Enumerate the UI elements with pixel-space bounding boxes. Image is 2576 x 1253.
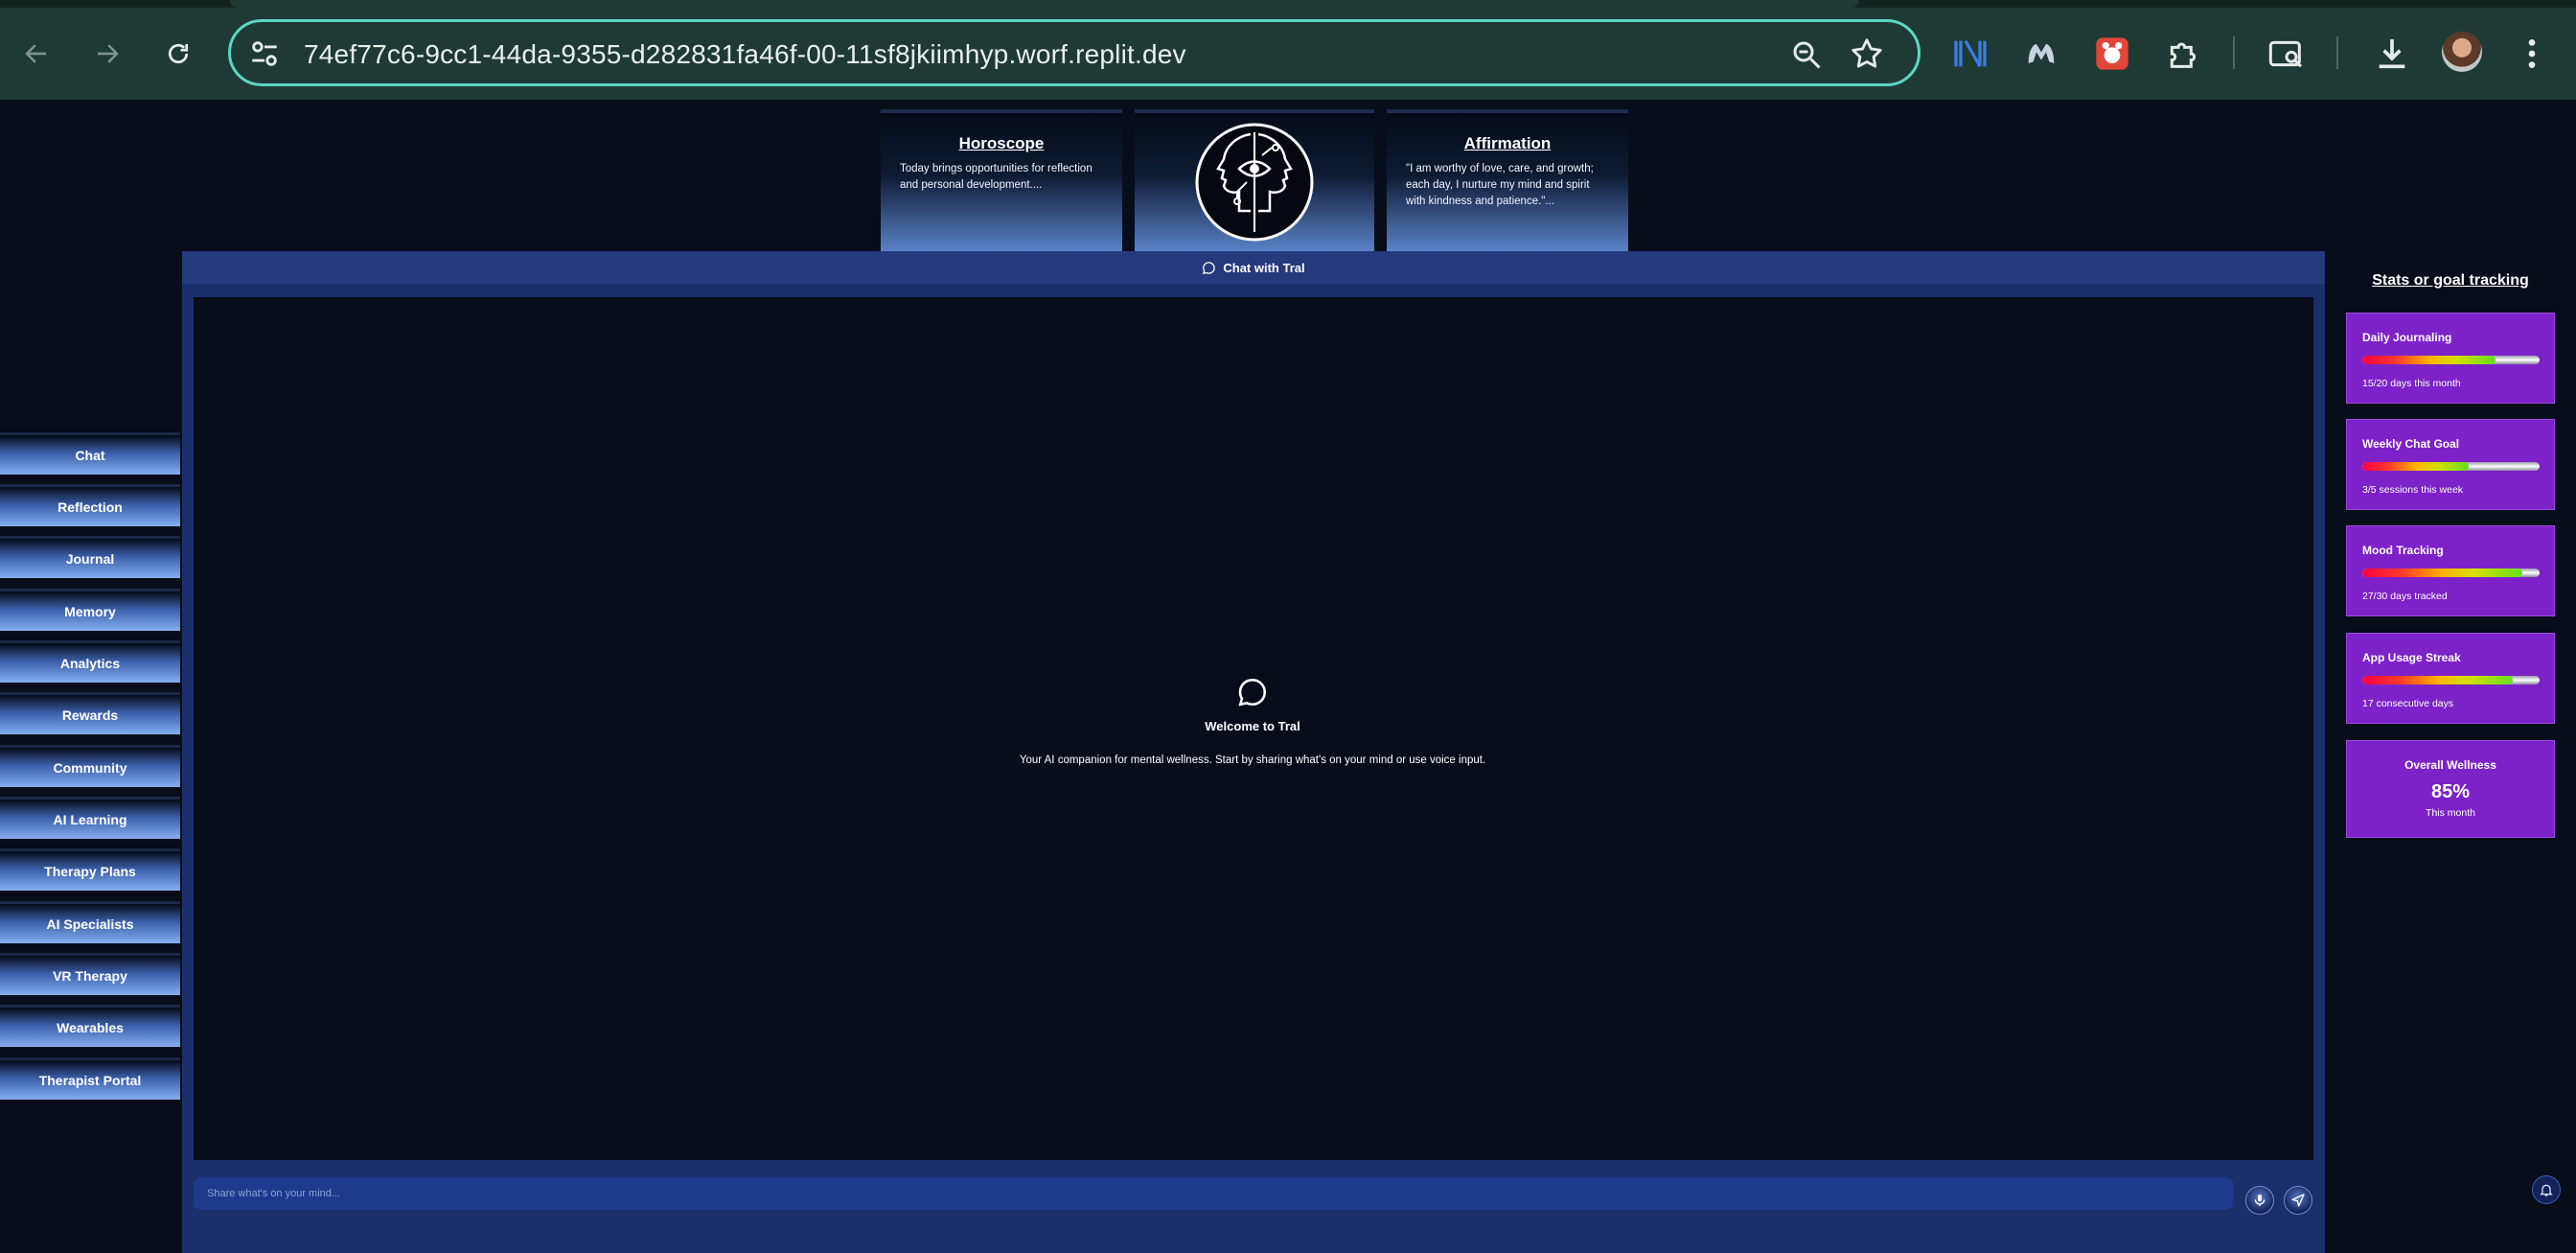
sidebar-item-reflection[interactable]: Reflection — [0, 484, 180, 526]
stat-title: Daily Journaling — [2362, 331, 2452, 344]
sidebar-item-analytics[interactable]: Analytics — [0, 640, 180, 683]
forward-button[interactable] — [82, 29, 132, 79]
address-bar[interactable]: 74ef77c6-9cc1-44da-9355-d282831fa46f-00-… — [228, 19, 1920, 86]
notifications-button[interactable] — [2532, 1175, 2561, 1204]
chat-header: Chat with Tral — [182, 251, 2325, 284]
wellness-title: Overall Wellness — [2404, 758, 2496, 772]
microphone-icon — [2254, 1195, 2266, 1206]
extensions-puzzle-icon[interactable] — [2162, 33, 2204, 75]
arrow-right-icon — [98, 44, 119, 63]
kebab-menu-icon[interactable] — [2511, 33, 2553, 75]
download-icon[interactable] — [2371, 33, 2413, 75]
extension-n-icon[interactable] — [1949, 33, 1991, 75]
affirmation-text: "I am worthy of love, care, and growth; … — [1406, 163, 1594, 207]
url-text[interactable]: 74ef77c6-9cc1-44da-9355-d282831fa46f-00-… — [304, 39, 1186, 70]
affirmation-card[interactable]: Affirmation "I am worthy of love, care, … — [1387, 109, 1628, 251]
chat-bubble-icon — [1238, 678, 1267, 707]
sidebar-item-vr-therapy[interactable]: VR Therapy — [0, 953, 180, 995]
zoom-icon[interactable] — [1789, 37, 1824, 72]
voice-input-button[interactable] — [2245, 1186, 2274, 1215]
message-bubble-icon — [1203, 261, 1216, 274]
affirmation-title: Affirmation — [1463, 134, 1552, 152]
toolbar-separator — [2233, 36, 2235, 69]
send-icon — [2291, 1194, 2305, 1207]
reload-icon — [168, 43, 189, 64]
stat-card-weekly-chat-goal[interactable]: Weekly Chat Goal 3/5 sessions this week — [2346, 419, 2555, 510]
star-icon[interactable] — [1849, 35, 1885, 72]
progress-fill — [2362, 356, 2496, 364]
chat-input-container[interactable] — [194, 1177, 2233, 1210]
horoscope-title: Horoscope — [958, 134, 1045, 152]
arrow-left-icon — [25, 44, 46, 63]
welcome-text: Your AI companion for mental wellness. S… — [1019, 754, 1486, 766]
sidebar-item-journal[interactable]: Journal — [0, 536, 180, 578]
page-search-icon[interactable] — [2266, 33, 2308, 75]
chat-header-label: Chat with Tral — [1223, 260, 1305, 275]
stat-subtitle: 27/30 days tracked — [2362, 591, 2448, 602]
sidebar-item-ai-specialists[interactable]: AI Specialists — [0, 901, 180, 943]
progress-fill — [2362, 676, 2514, 685]
sidebar-item-rewards[interactable]: Rewards — [0, 692, 180, 734]
sidebar-item-memory[interactable]: Memory — [0, 589, 180, 631]
chat-input[interactable] — [194, 1177, 2233, 1210]
progress-fill — [2362, 462, 2469, 471]
send-button[interactable] — [2284, 1186, 2312, 1215]
two-faces-eye-logo-icon — [1195, 123, 1314, 242]
progress-bar — [2362, 568, 2540, 577]
stat-title: Mood Tracking — [2362, 544, 2444, 557]
overall-wellness-card[interactable]: Overall Wellness 85% This month — [2346, 740, 2555, 838]
progress-bar — [2362, 356, 2540, 364]
tral-logo — [1135, 109, 1374, 251]
stat-subtitle: 3/5 sessions this week — [2362, 484, 2464, 496]
browser-toolbar: 74ef77c6-9cc1-44da-9355-d282831fa46f-00-… — [0, 0, 2576, 100]
active-tab-edge — [230, 0, 1859, 8]
toolbar-separator — [2336, 36, 2338, 69]
wellness-value: 85% — [2430, 781, 2471, 802]
stat-card-app-usage-streak[interactable]: App Usage Streak 17 consecutive days — [2346, 633, 2555, 724]
stats-title: Stats or goal tracking — [2372, 272, 2529, 289]
stat-subtitle: 15/20 days this month — [2362, 378, 2461, 389]
sidebar-item-therapist-portal[interactable]: Therapist Portal — [0, 1057, 180, 1100]
sidebar-item-wearables[interactable]: Wearables — [0, 1005, 180, 1047]
stat-card-daily-journaling[interactable]: Daily Journaling 15/20 days this month — [2346, 313, 2555, 404]
stat-subtitle: 17 consecutive days — [2362, 698, 2454, 709]
wellness-subtitle: This month — [2426, 807, 2475, 819]
bell-icon — [2540, 1184, 2553, 1196]
sidebar-item-ai-learning[interactable]: AI Learning — [0, 797, 180, 839]
reload-button[interactable] — [153, 29, 203, 79]
profile-avatar[interactable] — [2442, 32, 2482, 72]
tab-strip — [0, 0, 2576, 8]
progress-bar — [2362, 676, 2540, 685]
sidebar-item-chat[interactable]: Chat — [0, 432, 180, 475]
welcome-title: Welcome to Tral — [1205, 719, 1300, 733]
sidebar-item-therapy-plans[interactable]: Therapy Plans — [0, 848, 180, 891]
malwarebytes-icon[interactable] — [2020, 33, 2062, 75]
sidebar-item-community[interactable]: Community — [0, 745, 180, 787]
stat-card-mood-tracking[interactable]: Mood Tracking 27/30 days tracked — [2346, 525, 2555, 616]
tune-icon[interactable] — [248, 37, 281, 70]
back-button[interactable] — [12, 29, 61, 79]
bug-extension-icon[interactable] — [2091, 33, 2133, 75]
stat-title: App Usage Streak — [2362, 651, 2461, 664]
horoscope-text: Today brings opportunities for reflectio… — [900, 163, 1092, 191]
horoscope-card[interactable]: Horoscope Today brings opportunities for… — [881, 109, 1122, 251]
progress-bar — [2362, 462, 2540, 471]
stat-title: Weekly Chat Goal — [2362, 437, 2460, 451]
progress-fill — [2362, 568, 2522, 577]
